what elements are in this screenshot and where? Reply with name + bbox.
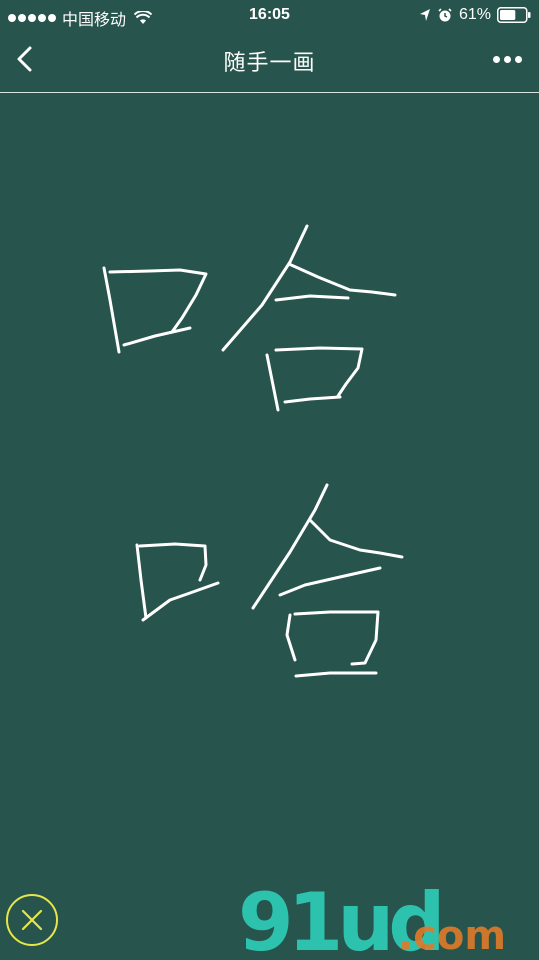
page-title: 随手一画 — [223, 50, 316, 75]
stroke — [287, 262, 397, 297]
status-bar: 中国移动 16:05 61% — [0, 0, 539, 30]
close-x-icon — [21, 909, 43, 931]
battery-icon — [497, 7, 531, 23]
more-dots-icon — [492, 55, 500, 63]
close-button[interactable] — [6, 894, 58, 946]
stroke — [274, 346, 364, 398]
status-right: 61% — [419, 6, 531, 24]
stroke — [293, 610, 380, 666]
stroke — [141, 581, 220, 622]
screen: 中国移动 16:05 61% 随手一画 91ud .com — [0, 0, 539, 960]
stroke — [265, 353, 280, 412]
stroke — [102, 266, 121, 354]
navigation-bar: 随手一画 — [0, 30, 539, 93]
stroke — [294, 671, 378, 678]
more-options-button[interactable] — [487, 44, 527, 74]
back-button[interactable] — [8, 42, 42, 76]
drawing-canvas[interactable] — [0, 94, 539, 960]
signal-strength-icon — [8, 14, 56, 22]
carrier-name: 中国移动 — [62, 12, 127, 29]
stroke — [278, 566, 382, 597]
alarm-icon — [438, 8, 452, 22]
status-left: 中国移动 — [8, 6, 153, 30]
stroke — [108, 268, 208, 334]
stroke — [138, 542, 208, 582]
stroke — [135, 543, 148, 620]
watermark-domain-suffix: .com — [398, 913, 507, 959]
location-arrow-icon — [419, 9, 430, 21]
stroke — [285, 613, 297, 662]
wifi-icon — [134, 11, 153, 24]
stroke — [308, 518, 404, 559]
watermark-logo: 91ud .com — [238, 883, 538, 960]
chevron-left-icon — [17, 46, 32, 72]
stroke — [122, 326, 192, 347]
stroke — [274, 294, 350, 302]
battery-percent: 61% — [458, 6, 491, 23]
stroke — [283, 395, 342, 404]
stroke — [221, 224, 309, 352]
handwritten-drawing — [102, 224, 404, 678]
